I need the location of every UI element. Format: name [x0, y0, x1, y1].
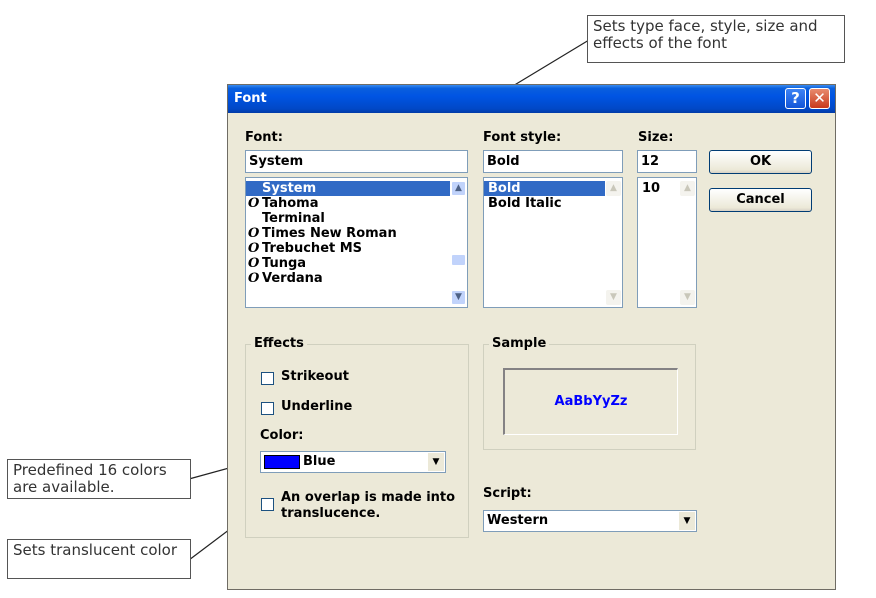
- font-dialog: Font ? ✕ Font: System System O Tahoma Termi…: [227, 84, 836, 590]
- ok-button[interactable]: OK: [709, 150, 812, 174]
- color-dropdown[interactable]: Blue ▼: [260, 451, 446, 473]
- scroll-down-arrow-icon: ▼: [606, 290, 621, 305]
- script-label: Script:: [483, 486, 532, 501]
- size-list-scrollbar: ▲ ▼: [679, 178, 696, 307]
- title-bar[interactable]: Font ? ✕: [228, 85, 835, 113]
- font-list-scrollbar[interactable]: ▲ ▼: [450, 178, 467, 307]
- font-list-item-label: System: [262, 181, 317, 196]
- font-list-item[interactable]: O Times New Roman: [246, 226, 467, 241]
- scroll-up-arrow-icon[interactable]: ▲: [451, 181, 466, 196]
- strikeout-label[interactable]: Strikeout: [281, 369, 349, 384]
- font-name-list[interactable]: System O Tahoma Terminal O Times New Roman O Tr…: [245, 177, 468, 308]
- translucent-label-line2[interactable]: translucence.: [281, 506, 380, 521]
- color-label: Color:: [260, 428, 304, 443]
- help-button[interactable]: ?: [785, 88, 806, 109]
- dropdown-arrow-icon[interactable]: ▼: [678, 512, 695, 530]
- font-style-label: Font style:: [483, 130, 562, 145]
- font-label: Font:: [245, 130, 283, 145]
- opentype-icon: O: [248, 226, 260, 241]
- scroll-up-arrow-icon: ▲: [680, 181, 695, 196]
- font-list-item-label: Verdana: [262, 271, 323, 286]
- font-list-item[interactable]: O Verdana: [246, 271, 467, 286]
- size-input[interactable]: 12: [637, 150, 697, 173]
- callout-translucent: Sets translucent color: [7, 539, 191, 579]
- scroll-down-arrow-icon: ▼: [680, 290, 695, 305]
- sample-text: AaBbYyZz: [554, 394, 628, 409]
- sample-preview: AaBbYyZz: [503, 368, 678, 435]
- font-list-item-label: Terminal: [262, 211, 325, 226]
- scroll-down-arrow-icon[interactable]: ▼: [451, 290, 466, 305]
- effects-group-title: Effects: [251, 336, 307, 351]
- font-list-item[interactable]: O Tahoma: [246, 196, 467, 211]
- opentype-icon: O: [248, 241, 260, 256]
- dialog-title: Font: [234, 91, 267, 106]
- script-value: Western: [487, 513, 549, 528]
- effects-group: Effects Strikeout Underline Color: Blue …: [245, 336, 469, 538]
- scroll-thumb[interactable]: [451, 254, 466, 266]
- underline-label[interactable]: Underline: [281, 399, 352, 414]
- sample-group-title: Sample: [489, 336, 550, 351]
- scroll-up-arrow-icon: ▲: [606, 181, 621, 196]
- close-button[interactable]: ✕: [809, 88, 830, 109]
- font-list-item-label: Tunga: [262, 256, 307, 271]
- translucent-checkbox[interactable]: [261, 498, 274, 511]
- font-style-list[interactable]: Bold Bold Italic ▲ ▼: [483, 177, 623, 308]
- underline-checkbox[interactable]: [261, 402, 274, 415]
- opentype-icon: O: [248, 271, 260, 286]
- style-list-item[interactable]: Bold: [484, 181, 622, 196]
- opentype-icon: O: [248, 196, 260, 211]
- font-list-item-label: Trebuchet MS: [262, 241, 363, 256]
- style-list-scrollbar: ▲ ▼: [605, 178, 622, 307]
- translucent-label-line1[interactable]: An overlap is made into: [281, 490, 455, 505]
- size-label: Size:: [638, 130, 674, 145]
- font-style-input[interactable]: Bold: [483, 150, 623, 173]
- font-list-item[interactable]: O Trebuchet MS: [246, 241, 467, 256]
- callout-font-settings: Sets type face, style, size and effects …: [587, 15, 845, 63]
- dropdown-arrow-icon[interactable]: ▼: [427, 453, 444, 471]
- font-list-item[interactable]: Terminal: [246, 211, 467, 226]
- font-list-item[interactable]: System: [246, 181, 467, 196]
- callout-predefined-colors: Predefined 16 colors are available.: [7, 459, 191, 499]
- sample-group: Sample AaBbYyZz: [483, 336, 696, 450]
- size-list[interactable]: 10 ▲ ▼: [637, 177, 697, 308]
- style-list-item[interactable]: Bold Italic: [484, 196, 622, 211]
- color-swatch: [264, 455, 300, 469]
- opentype-icon: O: [248, 256, 260, 271]
- font-list-item[interactable]: O Tunga: [246, 256, 467, 271]
- font-list-item-label: Tahoma: [262, 196, 319, 211]
- cancel-button[interactable]: Cancel: [709, 188, 812, 212]
- strikeout-checkbox[interactable]: [261, 372, 274, 385]
- font-list-item-label: Times New Roman: [262, 226, 397, 241]
- color-value: Blue: [303, 454, 336, 469]
- font-name-input[interactable]: System: [245, 150, 468, 173]
- script-dropdown[interactable]: Western ▼: [483, 510, 697, 532]
